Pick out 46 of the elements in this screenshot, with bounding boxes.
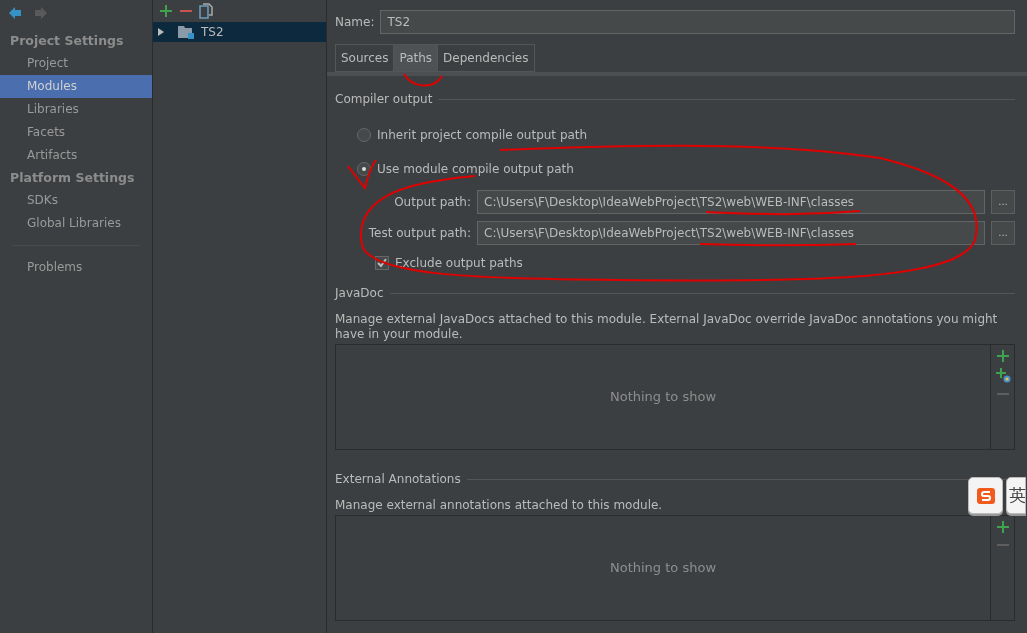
ime-mode-button[interactable]: 英 <box>1006 477 1026 514</box>
add-icon[interactable] <box>159 4 173 18</box>
section-header: Platform Settings <box>9 169 136 187</box>
empty-list-text: Nothing to show <box>609 559 717 578</box>
add-icon[interactable] <box>995 349 1010 363</box>
add-icon[interactable] <box>995 520 1010 534</box>
tab[interactable]: Sources <box>335 44 395 72</box>
sidebar-item[interactable]: Modules <box>0 75 152 98</box>
back-arrow-icon[interactable] <box>8 6 22 20</box>
sidebar-item[interactable]: Project <box>0 52 152 75</box>
add-globe-icon[interactable] <box>994 367 1011 383</box>
section-title: External Annotations <box>335 471 461 488</box>
name-field[interactable]: TS2 <box>380 10 1015 34</box>
sidebar-item[interactable]: Global Libraries <box>0 212 152 235</box>
tab[interactable]: Paths <box>393 44 439 72</box>
path-label: Test output path: <box>367 224 471 242</box>
path-field[interactable]: C:\Users\F\Desktop\IdeaWebProject\TS2\web\WEB-INF\classes <box>477 189 985 214</box>
sidebar-item[interactable]: SDKs <box>0 189 152 212</box>
module-folder-icon <box>177 25 195 39</box>
path-field[interactable]: C:\Users\F\Desktop\IdeaWebProject\TS2\web\WEB-INF\classes <box>477 220 985 245</box>
section-description: Manage external annotations attached to this module. <box>335 498 664 513</box>
browse-button[interactable]: ... <box>991 189 1015 214</box>
sidebar-item[interactable]: Problems <box>0 256 152 279</box>
radio-button[interactable] <box>357 162 371 176</box>
name-label: Name: <box>335 14 375 31</box>
sidebar-item[interactable]: Artifacts <box>0 144 152 167</box>
sidebar-item[interactable]: Libraries <box>0 98 152 121</box>
expand-arrow-icon[interactable] <box>157 28 165 36</box>
ime-logo-button[interactable] <box>968 477 1003 514</box>
path-label: Output path: <box>393 193 471 211</box>
tree-item[interactable]: TS2 <box>153 22 326 42</box>
section-description: Manage external JavaDocs attached to this module. External JavaDoc override JavaDoc annotations you might have in your module. <box>335 312 999 342</box>
browse-button[interactable]: ... <box>991 220 1015 245</box>
radio-button[interactable] <box>357 128 371 142</box>
sidebar-item[interactable]: Facets <box>0 121 152 144</box>
empty-list-text: Nothing to show <box>609 388 717 407</box>
option-label: Inherit project compile output path <box>377 127 588 144</box>
ime-logo-icon <box>975 486 996 505</box>
option-label: Use module compile output path <box>377 161 574 178</box>
checkmark-icon <box>377 258 387 268</box>
section-title: JavaDoc <box>335 285 384 302</box>
checkbox-label: Exclude output paths <box>395 255 523 272</box>
copy-icon[interactable] <box>199 3 213 19</box>
section-header: Project Settings <box>9 32 125 50</box>
section-title: Compiler output <box>335 91 433 108</box>
tab[interactable]: Dependencies <box>437 44 535 72</box>
